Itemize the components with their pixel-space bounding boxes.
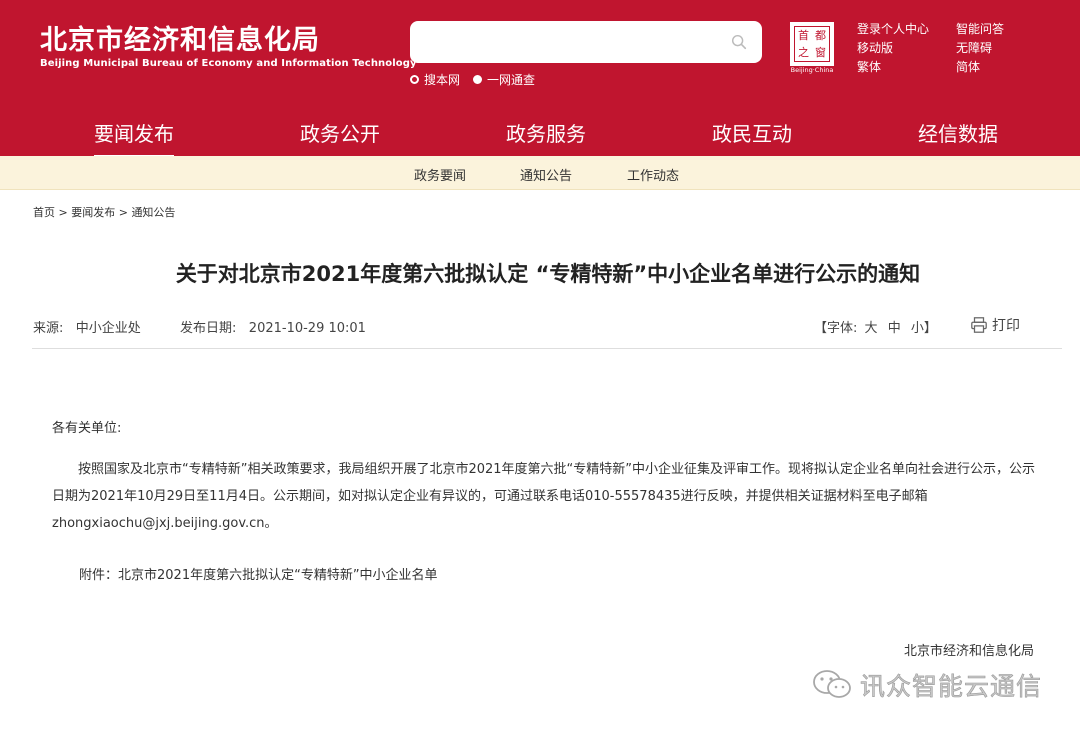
nav-item-news[interactable]: 要闻发布 xyxy=(94,118,174,157)
nav-item-data[interactable]: 经信数据 xyxy=(918,118,998,147)
divider xyxy=(32,348,1062,349)
breadcrumb-notices[interactable]: 通知公告 xyxy=(131,206,175,219)
site-title-english: Beijing Municipal Bureau of Economy and … xyxy=(40,58,417,69)
seal-char: 都 xyxy=(815,29,826,42)
font-size-large[interactable]: 大 xyxy=(865,321,878,336)
main-nav: 要闻发布 政务公开 政务服务 政民互动 经信数据 xyxy=(0,104,1080,157)
search-box xyxy=(410,21,762,63)
sub-nav: 政务要闻 通知公告 工作动态 xyxy=(0,156,1080,190)
nav-item-government-services[interactable]: 政务服务 xyxy=(506,118,586,147)
capital-window-logo[interactable]: 首 都 之 窗 xyxy=(790,22,834,66)
search-scope-all-label: 一网通查 xyxy=(487,73,536,87)
nav-item-interaction[interactable]: 政民互动 xyxy=(712,118,792,147)
date-value: 2021-10-29 10:01 xyxy=(248,321,366,336)
traditional-chinese-link[interactable]: 繁体 xyxy=(857,58,929,77)
toplinks-column-2: 智能问答 无障碍 简体 xyxy=(956,20,1004,77)
watermark-text: 讯众智能云通信 xyxy=(860,672,1043,702)
breadcrumb-separator: > xyxy=(58,206,68,219)
font-size-label: 【字体: xyxy=(814,321,858,336)
seal-char: 之 xyxy=(798,46,809,59)
site-title[interactable]: 北京市经济和信息化局 xyxy=(40,18,320,57)
article-title: 关于对北京市2021年度第六批拟认定 “专精特新”中小企业名单进行公示的通知 xyxy=(175,262,921,286)
article-date: 发布日期: 2021-10-29 10:01 xyxy=(180,317,366,336)
wechat-icon xyxy=(813,670,851,698)
source-label: 来源: xyxy=(33,321,64,336)
breadcrumb-home[interactable]: 首页 xyxy=(33,206,55,219)
seal-char: 首 xyxy=(798,29,809,42)
printer-icon xyxy=(971,317,987,333)
seal-char: 窗 xyxy=(815,46,826,59)
search-scope-site-label: 搜本网 xyxy=(424,73,461,87)
simplified-chinese-link[interactable]: 简体 xyxy=(956,58,1004,77)
subnav-item-notices[interactable]: 通知公告 xyxy=(520,165,572,184)
radio-checked-icon xyxy=(473,75,482,84)
article-source: 来源: 中小企业处 xyxy=(33,317,141,336)
watermark: 讯众智能云通信 xyxy=(812,667,1042,703)
article-signature: 北京市经济和信息化局 xyxy=(904,644,1035,659)
login-link[interactable]: 登录个人中心 xyxy=(857,20,929,39)
article-salutation: 各有关单位: xyxy=(52,421,122,436)
toplinks-column-1: 登录个人中心 移动版 繁体 xyxy=(857,20,929,77)
font-size-medium[interactable]: 中 xyxy=(888,321,901,336)
search-scope-site[interactable]: 搜本网 xyxy=(410,71,460,88)
font-size-control: 【字体: 大 中 小】 xyxy=(814,317,940,336)
accessibility-link[interactable]: 无障碍 xyxy=(956,39,1004,58)
source-value: 中小企业处 xyxy=(75,321,141,336)
article-attachment[interactable]: 附件：北京市2021年度第六批拟认定“专精特新”中小企业名单 xyxy=(79,564,1079,583)
print-button[interactable]: 打印 xyxy=(970,315,1020,335)
article-body: 按照国家及北京市“专精特新”相关政策要求，我局组织开展了北京市2021年度第六批… xyxy=(52,462,1036,531)
print-label: 打印 xyxy=(992,318,1020,334)
search-input[interactable] xyxy=(422,29,722,55)
font-size-small[interactable]: 小】 xyxy=(911,321,937,336)
search-scope-all[interactable]: 一网通查 xyxy=(473,71,535,88)
breadcrumb-separator: > xyxy=(118,206,128,219)
breadcrumb-news[interactable]: 要闻发布 xyxy=(71,206,115,219)
capital-window-caption: Beijing·China xyxy=(790,66,834,74)
nav-item-government-affairs[interactable]: 政务公开 xyxy=(300,118,380,147)
smart-qa-link[interactable]: 智能问答 xyxy=(956,20,1004,39)
search-icon[interactable] xyxy=(730,33,748,51)
date-label: 发布日期: xyxy=(180,321,237,336)
mobile-version-link[interactable]: 移动版 xyxy=(857,39,929,58)
subnav-item-news[interactable]: 政务要闻 xyxy=(414,165,466,184)
subnav-item-work-updates[interactable]: 工作动态 xyxy=(627,165,679,184)
radio-unchecked-icon xyxy=(410,75,419,84)
site-header: 北京市经济和信息化局 Beijing Municipal Bureau of E… xyxy=(0,0,1080,104)
breadcrumb: 首页 > 要闻发布 > 通知公告 xyxy=(33,204,175,220)
